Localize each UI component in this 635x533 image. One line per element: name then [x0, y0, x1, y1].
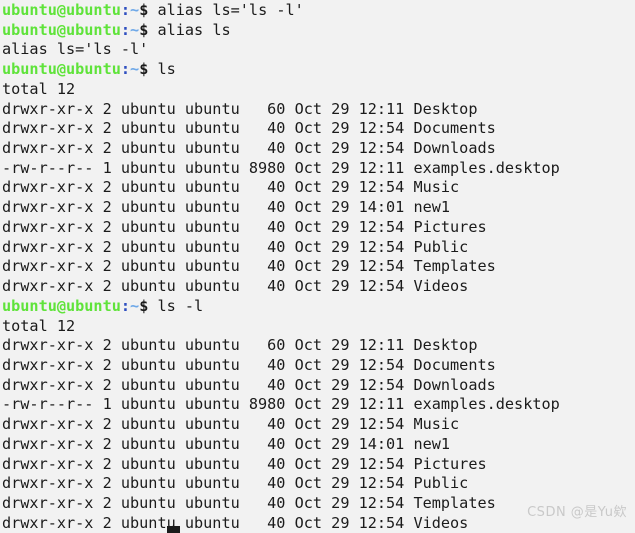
terminal-output-line: drwxr-xr-x 2 ubuntu ubuntu 40 Oct 29 12:…	[2, 277, 635, 297]
terminal-output-line: drwxr-xr-x 2 ubuntu ubuntu 40 Oct 29 12:…	[2, 474, 635, 494]
terminal-output-line: total 12	[2, 317, 635, 337]
csdn-watermark: CSDN @是Yu欸	[527, 505, 627, 521]
terminal-output-line: drwxr-xr-x 2 ubuntu ubuntu 60 Oct 29 12:…	[2, 100, 635, 120]
output-text: total 12	[2, 316, 76, 335]
output-text: drwxr-xr-x 2 ubuntu ubuntu 40 Oct 29 12:…	[2, 237, 469, 256]
prompt-path-tilde: ~	[130, 1, 140, 19]
terminal-output-line: drwxr-xr-x 2 ubuntu ubuntu 40 Oct 29 12:…	[2, 356, 635, 376]
terminal-output-line: drwxr-xr-x 2 ubuntu ubuntu 40 Oct 29 14:…	[2, 435, 635, 455]
output-text: drwxr-xr-x 2 ubuntu ubuntu 40 Oct 29 12:…	[2, 119, 496, 138]
terminal-output-line: drwxr-xr-x 2 ubuntu ubuntu 40 Oct 29 12:…	[2, 218, 635, 238]
prompt-colon: :	[120, 60, 131, 79]
prompt-user-host: ubuntu@ubuntu	[2, 60, 121, 79]
output-text: -rw-r--r-- 1 ubuntu ubuntu 8980 Oct 29 1…	[2, 158, 560, 177]
output-text: total 12	[2, 79, 76, 98]
output-text: drwxr-xr-x 2 ubuntu ubuntu 40 Oct 29 12:…	[2, 415, 460, 434]
output-text: drwxr-xr-x 2 ubuntu ubuntu 40 Oct 29 12:…	[2, 257, 496, 276]
output-text: drwxr-xr-x 2 ubuntu ubuntu 40 Oct 29 12:…	[2, 513, 469, 532]
command-text: ls	[157, 60, 176, 79]
prompt-path-tilde: ~	[130, 60, 140, 79]
terminal-output-line: drwxr-xr-x 2 ubuntu ubuntu 40 Oct 29 12:…	[2, 178, 635, 198]
prompt-dollar-sign: $	[139, 60, 158, 79]
prompt-dollar-sign: $	[139, 296, 158, 315]
output-text: drwxr-xr-x 2 ubuntu ubuntu 40 Oct 29 12:…	[2, 355, 496, 374]
terminal-output-line: drwxr-xr-x 2 ubuntu ubuntu 60 Oct 29 12:…	[2, 336, 635, 356]
terminal-output-line: drwxr-xr-x 2 ubuntu ubuntu 40 Oct 29 12:…	[2, 139, 635, 159]
prompt-colon: :	[120, 1, 131, 19]
terminal-output-line: -rw-r--r-- 1 ubuntu ubuntu 8980 Oct 29 1…	[2, 395, 635, 415]
output-text: alias ls='ls -l'	[2, 40, 149, 59]
output-text: drwxr-xr-x 2 ubuntu ubuntu 60 Oct 29 12:…	[2, 336, 478, 355]
prompt-dollar-sign: $	[139, 1, 158, 19]
prompt-user-host: ubuntu@ubuntu	[2, 20, 121, 39]
terminal-window[interactable]: ubuntu@ubuntu:~$ alias ls='ls -l' ubuntu@…	[0, 0, 635, 533]
terminal-output-line: alias ls='ls -l'	[2, 40, 635, 60]
terminal-output-line: drwxr-xr-x 2 ubuntu ubuntu 40 Oct 29 12:…	[2, 455, 635, 475]
prompt-user-host: ubuntu@ubuntu	[2, 296, 121, 315]
prompt-path-tilde: ~	[130, 296, 140, 315]
prompt-user-host: ubuntu@ubuntu	[2, 1, 121, 19]
terminal-prompt-line: ubuntu@ubuntu:~$ ls -l	[2, 297, 635, 317]
output-text: drwxr-xr-x 2 ubuntu ubuntu 40 Oct 29 12:…	[2, 277, 469, 296]
prompt-path-tilde: ~	[130, 20, 140, 39]
terminal-output-line: drwxr-xr-x 2 ubuntu ubuntu 40 Oct 29 12:…	[2, 257, 635, 277]
output-text: -rw-r--r-- 1 ubuntu ubuntu 8980 Oct 29 1…	[2, 395, 560, 414]
output-text: drwxr-xr-x 2 ubuntu ubuntu 40 Oct 29 12:…	[2, 493, 496, 512]
output-text: drwxr-xr-x 2 ubuntu ubuntu 40 Oct 29 12:…	[2, 139, 496, 158]
output-text: drwxr-xr-x 2 ubuntu ubuntu 40 Oct 29 12:…	[2, 474, 469, 493]
output-text: drwxr-xr-x 2 ubuntu ubuntu 40 Oct 29 12:…	[2, 178, 460, 197]
output-text: drwxr-xr-x 2 ubuntu ubuntu 40 Oct 29 14:…	[2, 434, 451, 453]
output-text: drwxr-xr-x 2 ubuntu ubuntu 40 Oct 29 12:…	[2, 217, 487, 236]
terminal-output-line: -rw-r--r-- 1 ubuntu ubuntu 8980 Oct 29 1…	[2, 159, 635, 179]
prompt-colon: :	[120, 296, 131, 315]
terminal-output-line: drwxr-xr-x 2 ubuntu ubuntu 40 Oct 29 12:…	[2, 119, 635, 139]
terminal-output-line: drwxr-xr-x 2 ubuntu ubuntu 40 Oct 29 12:…	[2, 238, 635, 258]
terminal-output-line: drwxr-xr-x 2 ubuntu ubuntu 40 Oct 29 12:…	[2, 376, 635, 396]
terminal-output-line: drwxr-xr-x 2 ubuntu ubuntu 40 Oct 29 12:…	[2, 415, 635, 435]
terminal-prompt-line: ubuntu@ubuntu:~$ alias ls='ls -l'	[2, 1, 635, 21]
command-text: ls -l	[157, 296, 204, 315]
output-text: drwxr-xr-x 2 ubuntu ubuntu 40 Oct 29 12:…	[2, 454, 487, 473]
terminal-prompt-line: ubuntu@ubuntu:~$ alias ls	[2, 21, 635, 41]
command-text: alias ls	[157, 20, 231, 39]
prompt-dollar-sign: $	[139, 20, 158, 39]
text-cursor	[167, 526, 180, 533]
terminal-output-line: total 12	[2, 80, 635, 100]
terminal-prompt-line: ubuntu@ubuntu:~$ ls	[2, 60, 635, 80]
terminal-screen[interactable]: ubuntu@ubuntu:~$ alias ls='ls -l' ubuntu@…	[2, 1, 635, 533]
command-text: alias ls='ls -l'	[157, 1, 304, 19]
output-text: drwxr-xr-x 2 ubuntu ubuntu 40 Oct 29 12:…	[2, 375, 496, 394]
output-text: drwxr-xr-x 2 ubuntu ubuntu 40 Oct 29 14:…	[2, 198, 451, 217]
output-text: drwxr-xr-x 2 ubuntu ubuntu 60 Oct 29 12:…	[2, 99, 478, 118]
prompt-colon: :	[120, 20, 131, 39]
terminal-output-line: drwxr-xr-x 2 ubuntu ubuntu 40 Oct 29 14:…	[2, 198, 635, 218]
